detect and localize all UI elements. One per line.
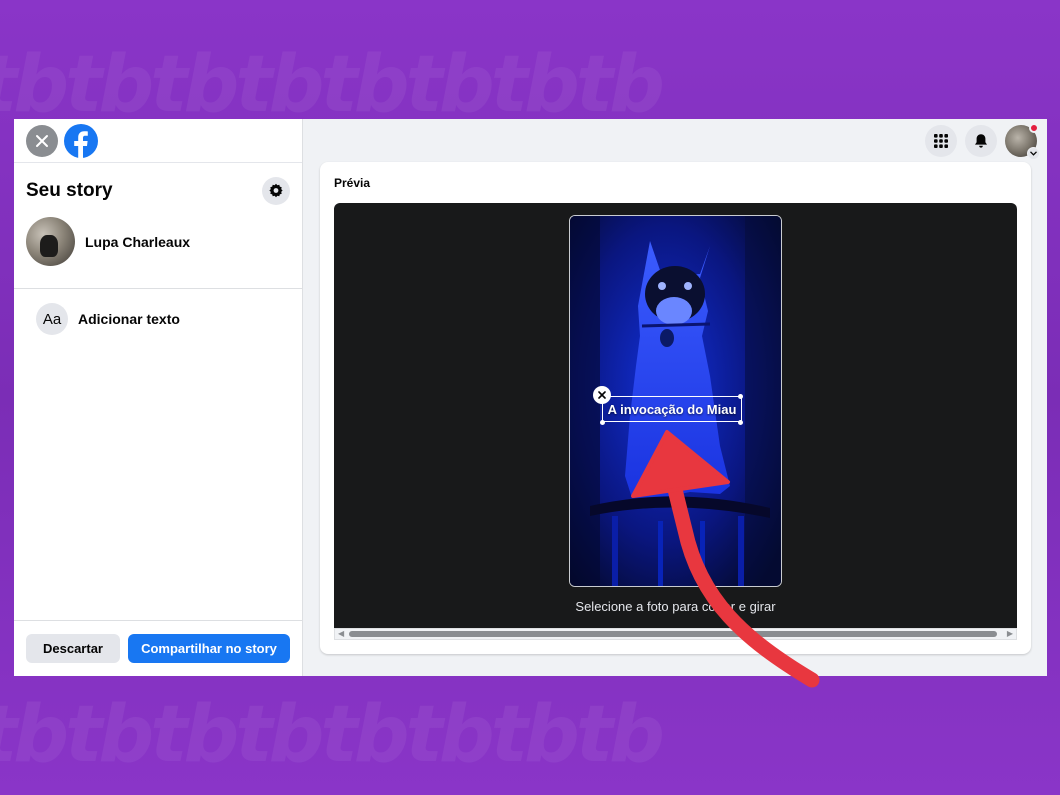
remove-text-icon [598,391,606,399]
preview-label: Prévia [334,176,371,190]
horizontal-scrollbar[interactable]: ◀ ▶ [334,628,1017,640]
watermark-row: tbtbtbtbtbtbtbtb [0,690,665,780]
scrollbar-thumb[interactable] [349,631,997,637]
menu-grid-icon [934,134,948,148]
top-right-controls [925,123,1040,160]
preview-canvas: A invocação do Miau Selecione a foto par… [334,203,1017,628]
story-author: Lupa Charleaux [14,205,302,278]
scroll-right-icon[interactable]: ▶ [1007,630,1013,638]
preview-card: Prévia A invocação do Miau Selecione a f… [320,162,1031,654]
resize-handle[interactable] [738,420,743,425]
story-text: A invocação do Miau [607,401,737,417]
story-header: Seu story [14,163,302,205]
notification-badge [1029,123,1039,133]
user-name: Lupa Charleaux [85,233,191,250]
remove-text-button[interactable] [593,386,611,404]
sidebar-footer: Descartar Compartilhar no story [14,620,302,676]
discard-button[interactable]: Descartar [26,634,120,663]
browser-window: Seu story Lupa Charleaux Aa Adicionar te… [14,119,1047,676]
scroll-left-icon[interactable]: ◀ [338,630,344,638]
resize-handle[interactable] [738,394,743,399]
menu-button[interactable] [925,125,957,157]
story-text-overlay[interactable]: A invocação do Miau [602,396,742,422]
chevron-down-icon [1027,147,1040,160]
sidebar-topbar [14,119,302,163]
page-title: Seu story [26,180,113,201]
avatar[interactable] [26,217,75,266]
resize-handle[interactable] [600,420,605,425]
notifications-button[interactable] [965,125,997,157]
close-button[interactable] [26,124,58,157]
add-text-button[interactable]: Aa Adicionar texto [14,289,302,349]
account-button[interactable] [1005,123,1040,160]
facebook-logo-icon[interactable] [64,123,98,158]
bell-icon [975,134,987,148]
gear-icon [269,183,283,198]
text-icon: Aa [36,303,68,335]
settings-button[interactable] [262,177,290,205]
add-text-label: Adicionar texto [78,311,180,327]
story-sidebar: Seu story Lupa Charleaux Aa Adicionar te… [14,119,303,676]
crop-rotate-hint: Selecione a foto para cortar e girar [575,599,776,614]
share-to-story-button[interactable]: Compartilhar no story [128,634,290,663]
watermark-row: tbtbtbtbtbtbtbtb [0,40,665,130]
close-icon [36,134,48,147]
